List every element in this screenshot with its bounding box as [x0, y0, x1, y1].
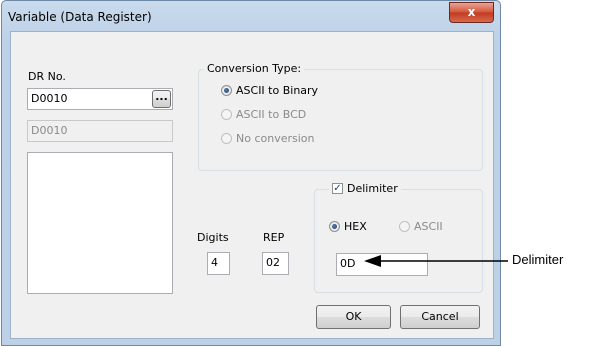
delimiter-callout-label: Delimiter: [512, 252, 564, 267]
callout-arrow: [364, 255, 508, 267]
